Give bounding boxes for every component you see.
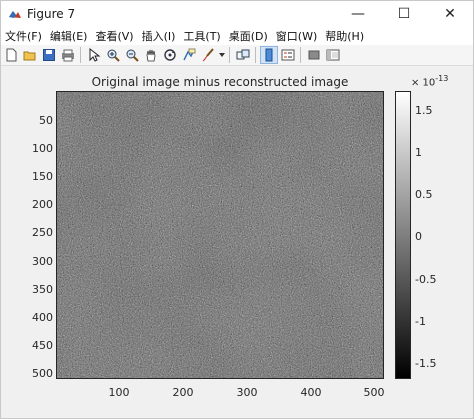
y-tick-label: 300	[32, 255, 53, 268]
colorbar-icon[interactable]	[260, 46, 278, 64]
noise-image	[57, 92, 383, 378]
legend-icon[interactable]	[279, 46, 297, 64]
show-plot-tools-icon[interactable]	[324, 46, 342, 64]
dropdown-arrow-icon[interactable]	[218, 46, 226, 64]
toolbar-separator	[255, 47, 256, 63]
colorbar-tick-label: 1.5	[415, 104, 433, 117]
x-tick-label: 100	[108, 386, 130, 399]
rotate-3d-icon[interactable]	[161, 46, 179, 64]
print-icon[interactable]	[59, 46, 77, 64]
y-tick-label: 100	[32, 142, 53, 155]
title-bar[interactable]: Figure 7 — ☐ ✕	[1, 1, 473, 27]
maximize-button[interactable]: ☐	[381, 1, 427, 27]
colorbar-tick-label: 0.5	[415, 188, 433, 201]
figure-window: Figure 7 — ☐ ✕ 文件(F) 编辑(E) 查看(V) 插入(I) 工…	[0, 0, 474, 419]
menu-insert[interactable]: 插入(I)	[138, 28, 180, 44]
colorbar-exponent-base: × 10	[411, 77, 436, 89]
toolbar-separator	[80, 47, 81, 63]
axes-title: Original image minus reconstructed image	[91, 75, 349, 89]
colorbar-tick-label: 0	[415, 230, 422, 243]
pan-hand-icon[interactable]	[142, 46, 160, 64]
toolbar-separator	[300, 47, 301, 63]
colorbar-tick-label: -0.5	[415, 273, 437, 286]
y-tick-label: 450	[32, 339, 53, 352]
menu-bar: 文件(F) 编辑(E) 查看(V) 插入(I) 工具(T) 桌面(D) 窗口(W…	[1, 27, 473, 45]
minimize-button[interactable]: —	[335, 1, 381, 27]
figure-canvas: Original image minus reconstructed image	[1, 66, 473, 418]
save-icon[interactable]	[40, 46, 58, 64]
matlab-app-icon	[9, 11, 21, 18]
figure-toolbar	[1, 45, 473, 66]
x-tick-label: 300	[236, 386, 258, 399]
y-tick-label: 150	[32, 170, 53, 183]
zoom-in-icon[interactable]	[104, 46, 122, 64]
window-title: Figure 7	[27, 7, 76, 21]
x-tick-label: 500	[363, 386, 385, 399]
colorbar-exponent-power: -13	[435, 74, 449, 83]
y-tick-label: 50	[39, 114, 53, 127]
colorbar-tick-label: 1	[415, 146, 422, 159]
toolbar-separator	[229, 47, 230, 63]
x-tick-label: 400	[300, 386, 322, 399]
colorbar[interactable]	[395, 91, 411, 379]
close-button[interactable]: ✕	[427, 1, 473, 27]
y-tick-label: 500	[32, 367, 53, 380]
open-file-icon[interactable]	[21, 46, 39, 64]
x-tick-label: 200	[172, 386, 194, 399]
menu-file[interactable]: 文件(F)	[1, 28, 46, 44]
menu-desktop[interactable]: 桌面(D)	[225, 28, 272, 44]
data-cursor-icon[interactable]	[180, 46, 198, 64]
menu-edit[interactable]: 编辑(E)	[46, 28, 92, 44]
new-figure-icon[interactable]	[2, 46, 20, 64]
colorbar-tick-label: -1.5	[415, 357, 437, 370]
y-tick-label: 400	[32, 311, 53, 324]
image-axes[interactable]	[56, 91, 384, 379]
y-tick-label: 200	[32, 198, 53, 211]
zoom-out-icon[interactable]	[123, 46, 141, 64]
menu-window[interactable]: 窗口(W)	[272, 28, 321, 44]
menu-help[interactable]: 帮助(H)	[321, 28, 368, 44]
menu-tools[interactable]: 工具(T)	[179, 28, 224, 44]
menu-view[interactable]: 查看(V)	[91, 28, 137, 44]
colorbar-tick-label: -1	[415, 315, 426, 328]
colorbar-exponent: × 10-13	[411, 74, 448, 88]
y-tick-label: 350	[32, 283, 53, 296]
link-plot-icon[interactable]	[234, 46, 252, 64]
brush-icon[interactable]	[199, 46, 217, 64]
window-controls: — ☐ ✕	[335, 1, 473, 27]
select-arrow-icon[interactable]	[85, 46, 103, 64]
hide-plot-tools-icon[interactable]	[305, 46, 323, 64]
y-tick-label: 250	[32, 226, 53, 239]
